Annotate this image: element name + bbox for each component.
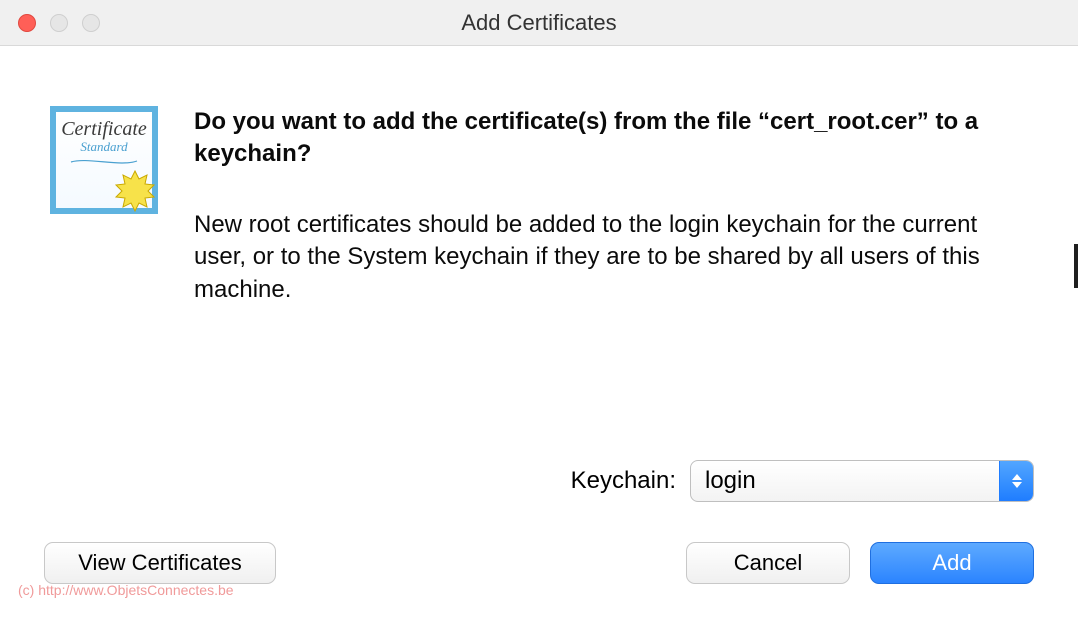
titlebar: Add Certificates [0, 0, 1078, 46]
certificate-seal-icon [112, 168, 158, 214]
select-stepper-icon [999, 461, 1033, 501]
background-window-fragment [1074, 244, 1078, 288]
view-certificates-label: View Certificates [78, 550, 241, 576]
cancel-button[interactable]: Cancel [686, 542, 850, 584]
keychain-select-value: login [705, 467, 756, 495]
view-certificates-button[interactable]: View Certificates [44, 542, 276, 584]
dialog-content: Certificate Standard Do you want to add … [0, 46, 1078, 306]
window-title: Add Certificates [0, 10, 1078, 36]
certificate-icon-sublabel: Standard [80, 139, 127, 155]
dialog-description: New root certificates should be added to… [194, 209, 1018, 306]
keychain-label: Keychain: [571, 467, 676, 495]
certificate-icon-label: Certificate [61, 118, 147, 141]
add-button-label: Add [932, 550, 971, 576]
keychain-row: Keychain: login [0, 460, 1078, 502]
dialog-heading: Do you want to add the certificate(s) fr… [194, 106, 1018, 171]
add-button[interactable]: Add [870, 542, 1034, 584]
button-row: View Certificates Cancel Add [0, 542, 1078, 584]
watermark: (c) http://www.ObjetsConnectes.be [18, 582, 234, 598]
cancel-button-label: Cancel [734, 550, 802, 576]
keychain-select[interactable]: login [690, 460, 1034, 502]
certificate-icon: Certificate Standard [50, 106, 158, 214]
certificate-icon-flourish [69, 157, 139, 167]
